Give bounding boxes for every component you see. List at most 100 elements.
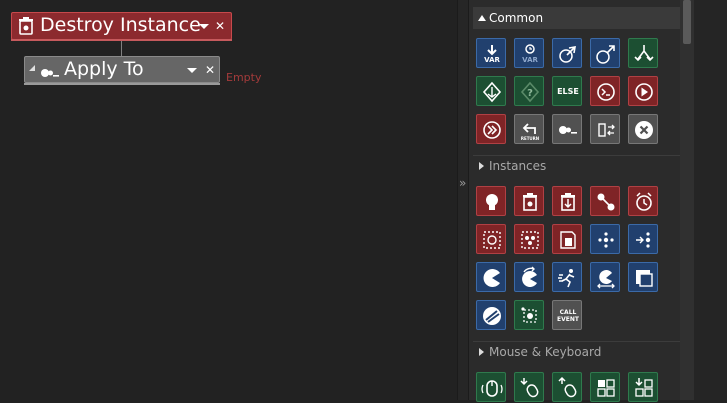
palette-scrollbar[interactable] [680,0,694,400]
change-instance-tile[interactable] [552,186,582,216]
pacman-icon [483,269,500,287]
instances-dots-tile[interactable] [590,224,620,254]
alarm-icon [636,192,652,211]
fast-forward-tile[interactable] [476,114,506,144]
destroy-instance-icon [19,17,33,39]
swap-icon [598,123,615,137]
destroy-instance-icon [523,193,537,211]
global-in-icon [559,46,576,63]
get-var-tile[interactable]: VAR [514,38,544,68]
collapsed-triangle-icon [479,348,484,356]
if-variable-tile[interactable] [476,76,506,106]
instance-nearest-icon [636,232,651,248]
if-variable-icon [482,81,502,103]
mouse-event-icon [481,380,503,397]
dropdown-icon[interactable] [187,68,197,73]
create-instance-tile[interactable] [476,186,506,216]
bounce-icon [597,270,615,289]
global-out-tile[interactable] [590,38,620,68]
mouse-down-icon [520,378,539,398]
fast-forward-icon [483,121,501,139]
action-title: Destroy Instance [40,14,201,36]
mouse-up-icon [558,376,577,398]
get-var-icon [525,44,535,54]
branch-tile[interactable] [628,38,658,68]
create-instance-icon [486,194,498,210]
instance-count-icon [521,231,539,249]
grid-tile[interactable] [590,372,620,402]
if-expression-tile[interactable]: ? [514,76,544,106]
pacman-tile[interactable] [476,262,506,292]
mouse-down-tile[interactable] [514,372,544,402]
action-underline [24,83,220,85]
depth-tile[interactable] [628,262,658,292]
collapsed-triangle-icon [479,162,484,170]
branch-icon [634,45,654,62]
section-mouse-keyboard[interactable]: Mouse & Keyboard [473,341,680,363]
grid-down-tile[interactable] [628,372,658,402]
depth-icon [636,270,653,287]
instance-moving-tile[interactable] [590,186,620,216]
swap-tile[interactable] [590,114,620,144]
mask-tile[interactable] [476,300,506,330]
panel-splitter[interactable]: » [457,0,469,400]
apply-to-tile[interactable] [552,114,582,144]
rotate-tile[interactable] [514,262,544,292]
destroy-instance-tile[interactable] [514,186,544,216]
run-tile[interactable] [552,262,582,292]
mouse-up-tile[interactable] [552,372,582,402]
apply-to-icon [559,126,577,134]
expanded-triangle-icon [478,15,486,21]
scrollbar-thumb[interactable] [683,0,691,44]
run-icon [558,269,575,288]
section-common[interactable]: Common [473,7,680,29]
section-label: Mouse & Keyboard [489,345,602,359]
grid-down-icon [635,378,653,397]
change-instance-icon [561,193,575,211]
collision-icon [521,307,537,323]
apply-to-icon [41,63,61,82]
play-icon [635,83,653,101]
rotate-icon [522,266,537,287]
instance-exists-icon [560,231,576,249]
else-tile[interactable]: ELSE [552,76,582,106]
declare-var-icon [487,45,497,56]
mouse-event-tile[interactable] [476,372,506,402]
expand-chevron-icon[interactable]: » [459,177,466,189]
svg-text:?: ? [527,88,533,99]
block-connector [121,41,122,56]
apply-to-action[interactable]: Apply To ✕ [24,56,220,83]
execute-code-tile[interactable] [590,76,620,106]
close-icon[interactable]: ✕ [215,20,225,32]
mask-icon [483,307,501,325]
section-label: Common [489,11,544,25]
action-title: Apply To [64,58,144,80]
collapse-icon[interactable] [29,65,35,71]
return-tile[interactable]: RETURN [514,114,544,144]
alarm-tile[interactable] [628,186,658,216]
collision-tile[interactable] [514,300,544,330]
destroy-instance-action[interactable]: Destroy Instance ✕ [11,12,232,40]
close-icon[interactable]: ✕ [205,64,215,76]
if-expression-icon: ? [520,81,540,103]
apply-to-value[interactable]: Empty [226,71,261,84]
global-in-tile[interactable] [552,38,582,68]
section-label: Instances [489,159,547,173]
grid-icon [597,379,615,397]
instance-moving-icon [597,193,615,211]
play-tile[interactable] [628,76,658,106]
event-canvas[interactable]: Destroy Instance ✕ Apply To ✕ Empty [0,0,457,400]
bounce-tile[interactable] [590,262,620,292]
global-out-icon [596,45,615,64]
instances-dots-icon [598,232,614,248]
declare-var-tile[interactable]: VAR [476,38,506,68]
instance-count-tile[interactable] [514,224,544,254]
call-event-tile[interactable]: CALL EVENT [552,300,582,330]
dropdown-icon[interactable] [199,24,209,29]
instance-exists-tile[interactable] [552,224,582,254]
section-instances[interactable]: Instances [473,155,680,177]
region-select-tile[interactable] [476,224,506,254]
instance-nearest-tile[interactable] [628,224,658,254]
exit-tile[interactable] [628,114,658,144]
execute-code-icon [597,83,615,101]
